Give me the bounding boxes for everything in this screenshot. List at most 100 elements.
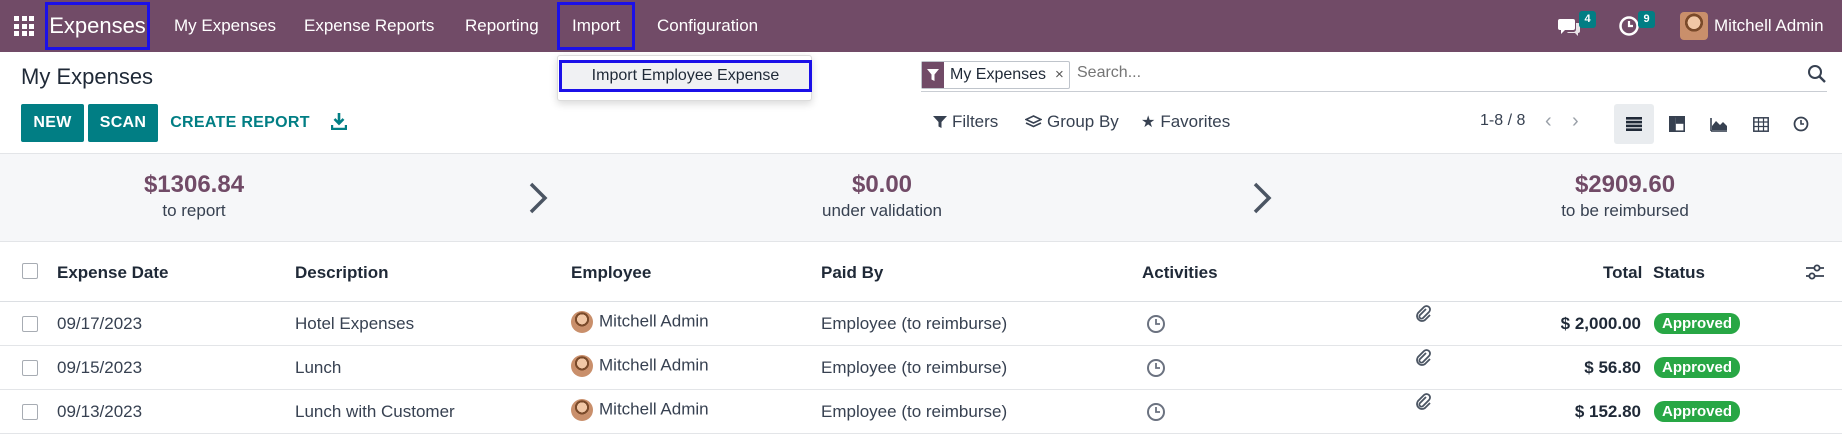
menu-reporting[interactable]: Reporting	[465, 0, 539, 52]
table-row[interactable]: 09/17/2023 Hotel Expenses Mitchell Admin…	[0, 302, 1842, 346]
messages-button[interactable]: 4	[1557, 0, 1597, 52]
layers-icon	[1025, 114, 1042, 127]
kanban-view-button[interactable]	[1657, 104, 1697, 144]
row-checkbox[interactable]	[22, 404, 38, 420]
employee-avatar	[571, 311, 593, 333]
header-description[interactable]: Description	[295, 263, 389, 283]
employee-avatar	[571, 355, 593, 377]
chevron-right-icon	[529, 182, 548, 214]
kanban-view-icon	[1669, 116, 1685, 132]
cell-description: Hotel Expenses	[295, 314, 415, 333]
cell-total: $ 2,000.00	[1560, 314, 1641, 333]
row-checkbox[interactable]	[22, 360, 38, 376]
status-badge: Approved	[1654, 357, 1741, 378]
summary-under-validation[interactable]: $0.00 under validation	[732, 171, 1032, 221]
search-input[interactable]	[1077, 64, 1677, 82]
clock-icon	[1619, 16, 1639, 36]
cell-employee: Mitchell Admin	[571, 355, 709, 377]
header-expense-date[interactable]: Expense Date	[57, 263, 169, 283]
facet-label: My Expenses	[950, 66, 1047, 83]
download-icon[interactable]	[331, 112, 347, 130]
create-report-button[interactable]: CREATE REPORT	[166, 104, 314, 142]
user-menu[interactable]: Mitchell Admin	[1680, 0, 1824, 52]
cell-description: Lunch with Customer	[295, 402, 455, 421]
employee-name: Mitchell Admin	[599, 355, 709, 375]
select-all-checkbox[interactable]	[22, 263, 38, 279]
graph-view-button[interactable]	[1699, 104, 1739, 144]
status-badge: Approved	[1654, 313, 1741, 334]
top-navbar: Expenses My Expenses Expense Reports Rep…	[0, 0, 1842, 52]
summary-to-be-reimbursed[interactable]: $2909.60 to be reimbursed	[1475, 171, 1775, 221]
menu-configuration[interactable]: Configuration	[657, 0, 758, 52]
row-checkbox[interactable]	[22, 316, 38, 332]
cell-date: 09/15/2023	[57, 358, 143, 377]
chat-icon	[1558, 19, 1580, 36]
pager-previous-icon[interactable]: ‹	[1545, 110, 1552, 133]
table-header: Expense Date Description Employee Paid B…	[0, 242, 1842, 302]
page-title: My Expenses	[21, 64, 154, 89]
table-grid-icon	[1753, 116, 1769, 132]
activity-view-button[interactable]	[1781, 104, 1821, 144]
activity-clock-icon[interactable]	[1146, 402, 1166, 422]
table-row[interactable]: 09/13/2023 Lunch with Customer Mitchell …	[0, 390, 1842, 434]
favorites-button[interactable]: ★ Favorites	[1141, 112, 1230, 132]
cell-total: $ 56.80	[1584, 358, 1641, 377]
table-row[interactable]: 09/15/2023 Lunch Mitchell Admin Employee…	[0, 346, 1842, 390]
employee-avatar	[571, 399, 593, 421]
star-icon: ★	[1141, 114, 1156, 131]
optional-columns-icon[interactable]	[1806, 264, 1824, 280]
summary-label: to report	[162, 201, 226, 220]
header-total[interactable]: Total	[1603, 263, 1642, 283]
facet-remove-icon[interactable]: ×	[1050, 62, 1069, 88]
user-name: Mitchell Admin	[1714, 16, 1824, 35]
app-brand[interactable]: Expenses	[45, 2, 150, 50]
header-paid-by[interactable]: Paid By	[821, 263, 883, 283]
paperclip-icon[interactable]	[1414, 348, 1432, 366]
menu-import[interactable]: Import	[557, 2, 636, 50]
group-by-button[interactable]: Group By	[1025, 112, 1119, 132]
paperclip-icon[interactable]	[1414, 392, 1432, 410]
expenses-table: Expense Date Description Employee Paid B…	[0, 242, 1842, 434]
activity-clock-icon[interactable]	[1146, 314, 1166, 334]
area-chart-icon	[1710, 117, 1727, 132]
paperclip-icon[interactable]	[1414, 304, 1432, 322]
header-status[interactable]: Status	[1653, 263, 1705, 283]
filter-icon	[933, 116, 947, 128]
menu-expense-reports[interactable]: Expense Reports	[304, 0, 434, 52]
activities-button[interactable]: 9	[1618, 0, 1658, 52]
summary-amount: $0.00	[851, 171, 913, 198]
scan-button[interactable]: SCAN	[88, 104, 158, 142]
search-icon[interactable]	[1807, 64, 1827, 84]
list-view-button[interactable]	[1614, 104, 1654, 144]
menu-my-expenses[interactable]: My Expenses	[174, 0, 276, 52]
status-badge: Approved	[1654, 401, 1741, 422]
filters-button[interactable]: Filters	[933, 112, 998, 132]
activity-clock-icon	[1793, 116, 1809, 132]
messages-count-badge: 4	[1579, 11, 1596, 28]
import-employee-expense-item[interactable]: Import Employee Expense	[559, 60, 812, 92]
filter-funnel-icon	[922, 62, 944, 88]
search-bar: My Expenses ×	[921, 60, 1827, 92]
app-menu-icon[interactable]	[14, 16, 34, 36]
cell-employee: Mitchell Admin	[571, 311, 709, 333]
summary-amount: $2909.60	[1574, 171, 1676, 198]
summary-to-report[interactable]: $1306.84 to report	[44, 171, 344, 221]
user-avatar	[1680, 12, 1708, 40]
cell-date: 09/17/2023	[57, 314, 143, 333]
pager-value[interactable]: 1-8 / 8	[1480, 112, 1525, 130]
cell-employee: Mitchell Admin	[571, 399, 709, 421]
group-by-label: Group By	[1047, 112, 1119, 131]
activities-count-badge: 9	[1638, 11, 1655, 28]
activity-clock-icon[interactable]	[1146, 358, 1166, 378]
employee-name: Mitchell Admin	[599, 311, 709, 331]
pivot-view-button[interactable]	[1741, 104, 1781, 144]
pager-next-icon[interactable]: ›	[1572, 110, 1579, 133]
header-activities[interactable]: Activities	[1142, 263, 1218, 283]
search-facet: My Expenses ×	[921, 61, 1070, 89]
header-employee[interactable]: Employee	[571, 263, 651, 283]
cell-description: Lunch	[295, 358, 342, 377]
new-button[interactable]: NEW	[21, 104, 84, 142]
cell-paid-by: Employee (to reimburse)	[821, 314, 1008, 333]
import-dropdown-menu: Import Employee Expense	[557, 55, 812, 101]
summary-label: to be reimbursed	[1561, 201, 1689, 220]
